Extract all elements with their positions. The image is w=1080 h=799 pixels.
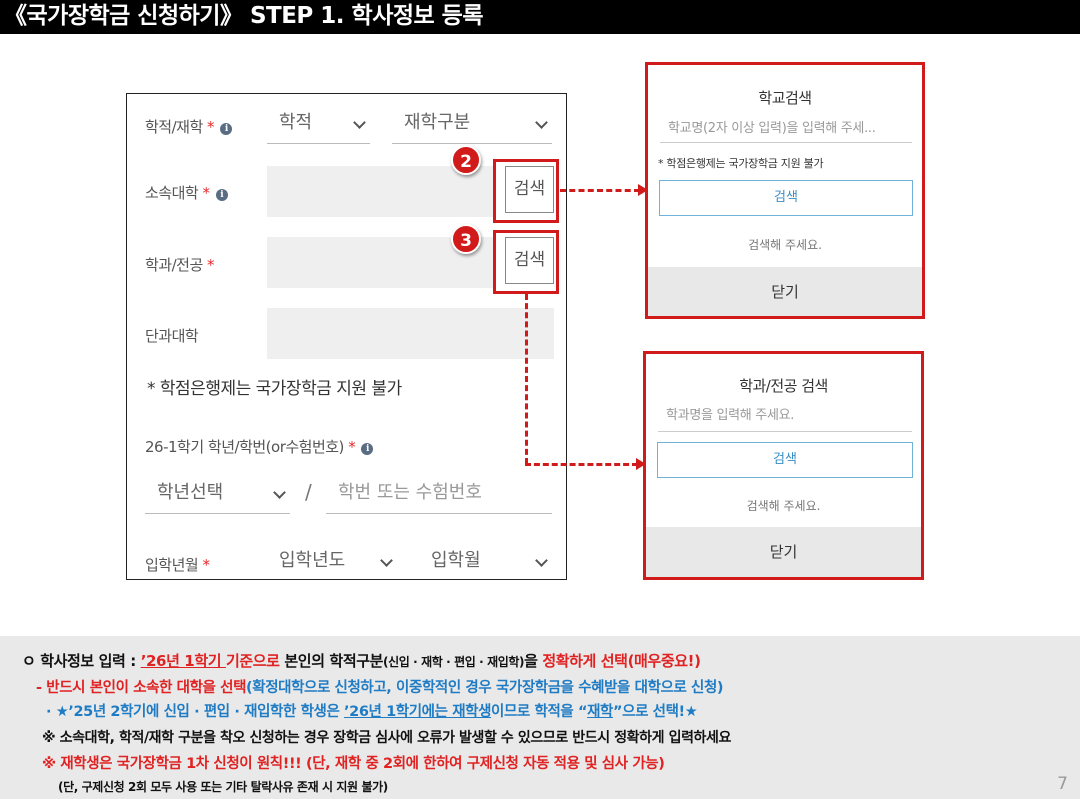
- grade-select[interactable]: 학년선택: [145, 476, 290, 514]
- chevron-down-icon: [273, 486, 286, 499]
- required-mark: *: [202, 184, 210, 202]
- modal-search-button[interactable]: 검색: [657, 442, 913, 478]
- student-id-input[interactable]: 학번 또는 수험번호: [326, 476, 552, 514]
- instr-1e: (신입 · 재학 · 편입 · 재입학): [383, 655, 525, 669]
- credit-bank-note: * 학점은행제는 국가장학금 지원 불가: [147, 379, 402, 399]
- instr-3d: 재학: [587, 704, 613, 720]
- instr-1c: 기준으로: [225, 652, 285, 670]
- instruction-line-1: ㅇ 학사정보 입력 : ’26년 1학기 기준으로 본인의 학적구분(신입 · …: [22, 650, 701, 671]
- required-mark: *: [202, 556, 210, 574]
- chevron-down-icon: [535, 554, 548, 567]
- instructions-panel: ㅇ 학사정보 입력 : ’26년 1학기 기준으로 본인의 학적구분(신입 · …: [0, 636, 1080, 799]
- slash-separator: /: [305, 480, 312, 504]
- grade-label-text: 26-1학기 학년/학번(or수험번호): [145, 438, 344, 456]
- instr-1f: 을: [524, 652, 543, 670]
- instr-3b: ’26년 1학기에는 재학생: [344, 704, 492, 720]
- major-label-text: 학과/전공: [145, 256, 203, 274]
- grade-label: 26-1학기 학년/학번(or수험번호) * i: [145, 436, 374, 457]
- modal-title: 학과/전공 검색: [739, 377, 828, 395]
- instruction-line-6: (단, 구제신청 2회 모두 사용 또는 기타 탈락사유 존재 시 지원 불가): [58, 780, 388, 794]
- admission-label: 입학년월 *: [145, 554, 210, 575]
- modal-note: * 학점은행제는 국가장학금 지원 불가: [658, 157, 824, 170]
- college-label: 단과대학: [145, 327, 199, 345]
- university-label-text: 소속대학: [145, 184, 199, 202]
- school-search-input[interactable]: 학교명(2자 이상 입력)을 입력해 주세...: [660, 117, 912, 143]
- connector-line: [525, 294, 528, 464]
- status-select-value: 학적: [279, 112, 313, 133]
- university-label: 소속대학 * i: [145, 182, 228, 203]
- status-select[interactable]: 학적: [267, 106, 370, 144]
- modal-close-button[interactable]: 닫기: [648, 267, 922, 316]
- info-icon[interactable]: i: [215, 189, 228, 201]
- instr-1g: 정확하게 선택(매우중요!): [542, 652, 701, 670]
- chevron-down-icon: [535, 116, 548, 129]
- instr-1a: ㅇ 학사정보 입력 :: [22, 652, 141, 670]
- major-search-input[interactable]: 학과명을 입력해 주세요.: [658, 404, 912, 432]
- required-mark: *: [207, 118, 215, 136]
- university-search-highlight: [493, 159, 559, 223]
- major-search-modal: 학과/전공 검색 학과명을 입력해 주세요. 검색 검색해 주세요. 닫기: [643, 351, 924, 580]
- connector-line: [560, 189, 640, 192]
- instruction-line-3: · ★’25년 2학기에 신입 · 편입 · 재입학한 학생은 ’26년 1학기…: [46, 700, 698, 721]
- info-icon[interactable]: i: [361, 443, 374, 455]
- grade-select-value: 학년선택: [157, 482, 224, 503]
- connector-line: [525, 463, 638, 466]
- school-search-modal: 학교검색 학교명(2자 이상 입력)을 입력해 주세... * 학점은행제는 국…: [645, 62, 925, 319]
- chevron-down-icon: [353, 116, 366, 129]
- required-mark: *: [207, 256, 215, 274]
- page-number: 7: [1057, 774, 1068, 794]
- instruction-line-2: - 반드시 본인이 소속한 대학을 선택(확정대학으로 신청하고, 이중학적인 …: [36, 676, 724, 697]
- instruction-line-4: ※ 소속대학, 학적/재학 구분을 착오 신청하는 경우 장학금 심사에 오류가…: [42, 730, 731, 746]
- status-label: 학적/재학 * i: [145, 116, 233, 137]
- info-icon[interactable]: i: [220, 123, 233, 135]
- status-label-text: 학적/재학: [145, 118, 203, 136]
- instr-2b: (확정대학으로 신청하고, 이중학적인 경우 국가장학금을 수혜받을 대학으로 …: [246, 680, 724, 696]
- chevron-down-icon: [380, 554, 393, 567]
- college-field: [267, 308, 554, 359]
- enrollment-select-value: 재학구분: [404, 112, 471, 133]
- instr-3e: ”으로 선택!★: [613, 704, 698, 720]
- admission-label-text: 입학년월: [145, 556, 199, 574]
- major-search-highlight: [493, 230, 559, 294]
- instr-1b: ’26년 1학기: [140, 652, 226, 670]
- major-label: 학과/전공 *: [145, 254, 215, 275]
- admission-year-select[interactable]: 입학년도: [267, 544, 397, 579]
- enrollment-select[interactable]: 재학구분: [392, 106, 552, 144]
- admission-month-select[interactable]: 입학월: [419, 544, 552, 579]
- admission-year-value: 입학년도: [279, 550, 346, 571]
- instr-1d: 본인의 학적구분: [284, 652, 384, 670]
- required-mark: *: [348, 438, 356, 456]
- step-badge-2: 2: [451, 145, 481, 175]
- instruction-line-5: ※ 재학생은 국가장학금 1차 신청이 원칙!!! (단, 재학 중 2회에 한…: [42, 756, 665, 772]
- modal-close-button[interactable]: 닫기: [646, 527, 921, 577]
- modal-empty-text: 검색해 주세요.: [746, 499, 821, 513]
- modal-search-button[interactable]: 검색: [659, 180, 913, 216]
- instr-2a: - 반드시 본인이 소속한 대학을 선택: [36, 680, 247, 696]
- modal-title: 학교검색: [758, 89, 812, 107]
- modal-empty-text: 검색해 주세요.: [748, 238, 822, 252]
- instr-3c: 이므로 학적을 “: [491, 704, 588, 720]
- instr-3a: · ★’25년 2학기에 신입 · 편입 · 재입학한 학생은: [46, 704, 345, 720]
- slide-title: 《국가장학금 신청하기》 STEP 1. 학사정보 등록: [0, 0, 1080, 34]
- admission-month-value: 입학월: [431, 550, 481, 571]
- step-badge-3: 3: [451, 224, 481, 254]
